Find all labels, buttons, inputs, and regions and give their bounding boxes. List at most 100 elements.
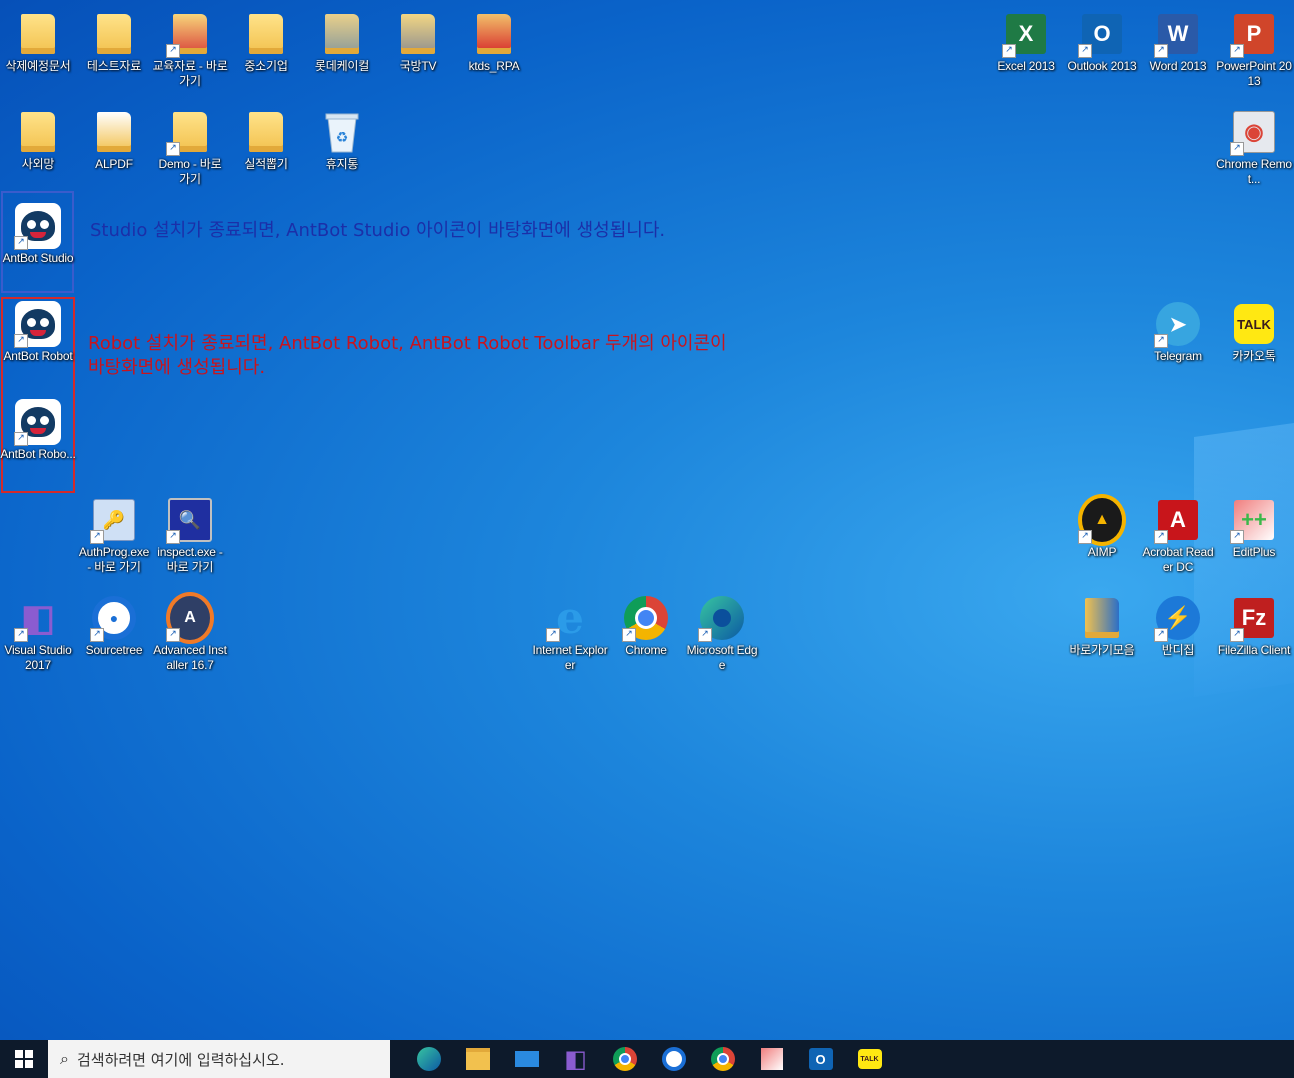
sourcetree-icon: [661, 1047, 686, 1071]
taskbar-editplus[interactable]: [747, 1040, 796, 1078]
desktop-icon-ktds[interactable]: ktds_RPA: [456, 10, 532, 74]
icon-label: Sourcetree: [85, 643, 143, 657]
folder-icon: [1085, 598, 1119, 638]
icon-label: 반디집: [1161, 643, 1195, 657]
folder-icon: [477, 14, 511, 54]
desktop-icon-del-docs[interactable]: 삭제예정문서: [0, 10, 76, 74]
windows-logo-icon: [15, 1050, 33, 1068]
taskbar-chrome[interactable]: [600, 1040, 649, 1078]
icon-label: 중소기업: [244, 59, 288, 73]
icon-label: 바로가기모음: [1069, 643, 1135, 657]
desktop-icon-acrobat[interactable]: A ↗ Acrobat Reader DC: [1140, 496, 1216, 575]
taskbar-outlook[interactable]: O: [796, 1040, 845, 1078]
folder-icon: [401, 14, 435, 54]
desktop-icon-ktv[interactable]: 국방TV: [380, 10, 456, 74]
icon-label: Chrome Remot...: [1216, 157, 1292, 186]
mail-icon: [514, 1051, 539, 1067]
kakaotalk-icon: TALK: [1234, 304, 1274, 344]
folder-icon: [249, 112, 283, 152]
start-button[interactable]: [0, 1040, 48, 1078]
icon-label: FileZilla Client: [1217, 643, 1291, 657]
desktop-icon-editplus[interactable]: ++ ↗ EditPlus: [1216, 496, 1292, 560]
icon-label: AntBot Studio: [2, 251, 74, 265]
note-robot: Robot 설치가 종료되면, AntBot Robot, AntBot Rob…: [88, 333, 727, 378]
desktop-icon-advanced-installer[interactable]: A ↗ Advanced Installer 16.7: [152, 592, 228, 673]
desktop-icon-sourcetree[interactable]: ● ↗ Sourcetree: [76, 594, 152, 658]
search-icon: ⌕: [60, 1049, 69, 1068]
desktop-icon-aimp[interactable]: ▲ ↗ AIMP: [1064, 494, 1140, 560]
edge-icon: [416, 1047, 441, 1071]
editplus-icon: [760, 1048, 783, 1070]
taskbar-mail[interactable]: [502, 1040, 551, 1078]
folder-icon: [97, 14, 131, 54]
folder-icon: [325, 14, 359, 54]
folder-icon: [21, 112, 55, 152]
desktop-icon-telegram[interactable]: ➤ ↗ Telegram: [1140, 300, 1216, 364]
icon-label: 사외망: [21, 157, 55, 171]
desktop-icon-shortcuts[interactable]: 바로가기모음: [1064, 594, 1140, 658]
desktop-icon-recycle-bin[interactable]: ♻ 휴지통: [304, 108, 380, 172]
icon-label: 삭제예정문서: [5, 59, 71, 73]
taskbar-chrome-2[interactable]: [698, 1040, 747, 1078]
desktop-icon-powerpoint[interactable]: P ↗ PowerPoint 2013: [1216, 10, 1292, 89]
svg-text:♻: ♻: [336, 130, 349, 146]
desktop-icon-edu-data[interactable]: ↗ 교육자료 - 바로 가기: [152, 10, 228, 89]
desktop-icon-kakaotalk[interactable]: TALK 카카오톡: [1216, 300, 1292, 364]
icon-label: Microsoft Edge: [686, 643, 758, 672]
chrome-icon: [710, 1047, 735, 1071]
desktop-icon-alpdf[interactable]: ALPDF: [76, 108, 152, 172]
folder-icon: [249, 14, 283, 54]
desktop-icon-bandizip[interactable]: ⚡ ↗ 반디집: [1140, 594, 1216, 658]
taskbar-kakaotalk[interactable]: TALK: [845, 1040, 894, 1078]
taskbar-pinned-apps: ◧ O TALK: [404, 1040, 894, 1078]
icon-label: 국방TV: [399, 59, 437, 73]
desktop-icon-excel[interactable]: X ↗ Excel 2013: [988, 10, 1064, 74]
outlook-icon: O: [808, 1048, 833, 1070]
icon-label: inspect.exe - 바로 가기: [157, 545, 223, 574]
icon-label: 테스트자료: [86, 59, 142, 73]
icon-label: Advanced Installer 16.7: [153, 643, 227, 672]
desktop-icon-filezilla[interactable]: Fz ↗ FileZilla Client: [1216, 594, 1292, 658]
taskbar: ⌕ 검색하려면 여기에 입력하십시오. ◧ O TALK: [0, 1040, 1294, 1078]
desktop-icon-antbot-robot-toolbar[interactable]: ↗ AntBot Robo...: [0, 398, 76, 462]
icon-label: Internet Explorer: [532, 643, 608, 672]
folder-icon: [97, 112, 131, 152]
icon-label: 롯데케이컬: [314, 59, 370, 73]
desktop-icon-edge[interactable]: ↗ Microsoft Edge: [684, 594, 760, 673]
desktop-icon-outlook[interactable]: O ↗ Outlook 2013: [1064, 10, 1140, 74]
desktop-icon-test-data[interactable]: 테스트자료: [76, 10, 152, 74]
desktop-icon-antbot-studio[interactable]: ↗ AntBot Studio: [0, 202, 76, 266]
icon-label: AIMP: [1087, 545, 1117, 559]
taskbar-file-explorer[interactable]: [453, 1040, 502, 1078]
taskbar-sourcetree[interactable]: [649, 1040, 698, 1078]
icon-label: Acrobat Reader DC: [1142, 545, 1214, 574]
desktop-icon-word[interactable]: W ↗ Word 2013: [1140, 10, 1216, 74]
desktop-icon-intranet[interactable]: 사외망: [0, 108, 76, 172]
desktop-icon-lotte[interactable]: 롯데케이컬: [304, 10, 380, 74]
taskbar-edge[interactable]: [404, 1040, 453, 1078]
desktop-icon-visual-studio[interactable]: ◧ ↗ Visual Studio 2017: [0, 594, 76, 673]
taskbar-visual-studio[interactable]: ◧: [551, 1040, 600, 1078]
desktop-icon-sme[interactable]: 중소기업: [228, 10, 304, 74]
desktop-icon-demo[interactable]: ↗ Demo - 바로 가기: [152, 108, 228, 187]
icon-label: EditPlus: [1232, 545, 1276, 559]
desktop-icon-perf[interactable]: 실적뽑기: [228, 108, 304, 172]
note-studio: Studio 설치가 종료되면, AntBot Studio 아이콘이 바탕화면…: [90, 220, 666, 241]
icon-label: 교육자료 - 바로 가기: [152, 59, 228, 88]
desktop-icon-inspect[interactable]: 🔍 ↗ inspect.exe - 바로 가기: [152, 496, 228, 575]
icon-label: Demo - 바로 가기: [158, 157, 222, 186]
icon-label: AntBot Robo...: [0, 447, 76, 461]
icon-label: 실적뽑기: [244, 157, 288, 171]
icon-label: ALPDF: [95, 157, 133, 171]
file-explorer-icon: [465, 1048, 490, 1070]
taskbar-search-box[interactable]: ⌕ 검색하려면 여기에 입력하십시오.: [48, 1040, 390, 1078]
desktop-icon-internet-explorer[interactable]: e ↗ Internet Explorer: [532, 593, 608, 673]
folder-icon: [21, 14, 55, 54]
desktop-icon-chrome[interactable]: ↗ Chrome: [608, 594, 684, 658]
kakaotalk-icon: TALK: [857, 1049, 882, 1069]
desktop-icon-antbot-robot[interactable]: ↗ AntBot Robot: [0, 300, 76, 364]
recycle-bin-icon: ♻: [318, 108, 366, 156]
desktop-icon-chrome-remote[interactable]: ◉ ↗ Chrome Remot...: [1216, 108, 1292, 187]
icon-label: AuthProg.exe - 바로 가기: [78, 545, 150, 574]
desktop-icon-authprog[interactable]: 🔑 ↗ AuthProg.exe - 바로 가기: [76, 496, 152, 575]
